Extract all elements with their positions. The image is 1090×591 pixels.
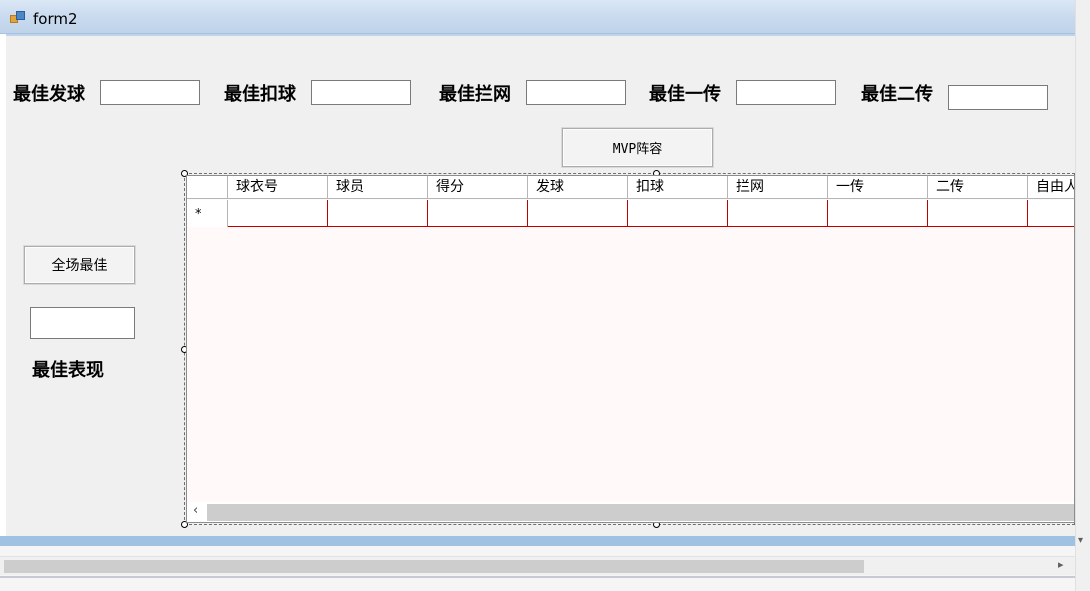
best-spike-textbox[interactable] xyxy=(311,80,411,105)
best-first-pass-textbox[interactable] xyxy=(736,80,836,105)
grid-new-row xyxy=(228,200,1074,227)
app-form-icon xyxy=(10,11,26,25)
overall-best-textbox[interactable] xyxy=(30,307,135,339)
designer-bottom-divider xyxy=(0,576,1075,578)
grid-cell[interactable] xyxy=(928,200,1028,227)
label-best-second-pass: 最佳二传 xyxy=(861,84,933,105)
best-second-pass-textbox[interactable] xyxy=(948,85,1048,110)
best-serve-textbox[interactable] xyxy=(100,80,200,105)
label-best-performance: 最佳表现 xyxy=(32,360,104,381)
designer-scroll-thumb[interactable] xyxy=(4,560,864,573)
column-header-score[interactable]: 得分 xyxy=(428,176,528,199)
label-best-spike: 最佳扣球 xyxy=(224,84,296,105)
scroll-left-icon[interactable]: ‹ xyxy=(193,503,198,518)
label-best-block: 最佳拦网 xyxy=(439,84,511,105)
grid-header-row: 球衣号 球员 得分 发球 扣球 拦网 一传 二传 自由人 xyxy=(187,176,1074,199)
grid-cell[interactable] xyxy=(1028,200,1074,227)
best-block-textbox[interactable] xyxy=(526,80,626,105)
grid-scroll-thumb[interactable] xyxy=(207,504,1074,521)
grid-horizontal-scrollbar[interactable]: ‹ xyxy=(187,502,1074,522)
grid-cell[interactable] xyxy=(228,200,328,227)
scroll-down-icon[interactable]: ▾ xyxy=(1078,535,1083,546)
mvp-lineup-button[interactable]: MVP阵容 xyxy=(562,128,713,167)
label-best-first-pass: 最佳一传 xyxy=(649,84,721,105)
window-title: form2 xyxy=(33,10,78,28)
column-header-player[interactable]: 球员 xyxy=(328,176,428,199)
grid-header-corner[interactable] xyxy=(187,176,228,199)
label-best-serve: 最佳发球 xyxy=(13,84,85,105)
column-header-serve[interactable]: 发球 xyxy=(528,176,628,199)
grid-cell[interactable] xyxy=(828,200,928,227)
form-bottom-border xyxy=(0,536,1075,546)
grid-cell[interactable] xyxy=(328,200,428,227)
grid-cell[interactable] xyxy=(428,200,528,227)
column-header-spike[interactable]: 扣球 xyxy=(628,176,728,199)
column-header-second-pass[interactable]: 二传 xyxy=(928,176,1028,199)
overall-best-button[interactable]: 全场最佳 xyxy=(24,246,135,284)
grid-cell[interactable] xyxy=(628,200,728,227)
grid-cell[interactable] xyxy=(728,200,828,227)
players-datagrid[interactable]: 球衣号 球员 得分 发球 扣球 拦网 一传 二传 自由人 * ‹ xyxy=(186,175,1075,523)
new-row-header[interactable]: * xyxy=(187,200,228,227)
grid-cell[interactable] xyxy=(528,200,628,227)
scroll-right-icon[interactable]: ▸ xyxy=(1058,558,1064,571)
title-bar[interactable]: form2 xyxy=(0,0,1075,34)
column-header-libero[interactable]: 自由人 xyxy=(1028,176,1074,199)
designer-horizontal-scrollbar[interactable]: ▸ xyxy=(0,556,1075,575)
column-header-first-pass[interactable]: 一传 xyxy=(828,176,928,199)
column-header-jersey-number[interactable]: 球衣号 xyxy=(228,176,328,199)
designer-vertical-scrollbar[interactable]: ▾ xyxy=(1075,0,1090,591)
column-header-block[interactable]: 拦网 xyxy=(728,176,828,199)
